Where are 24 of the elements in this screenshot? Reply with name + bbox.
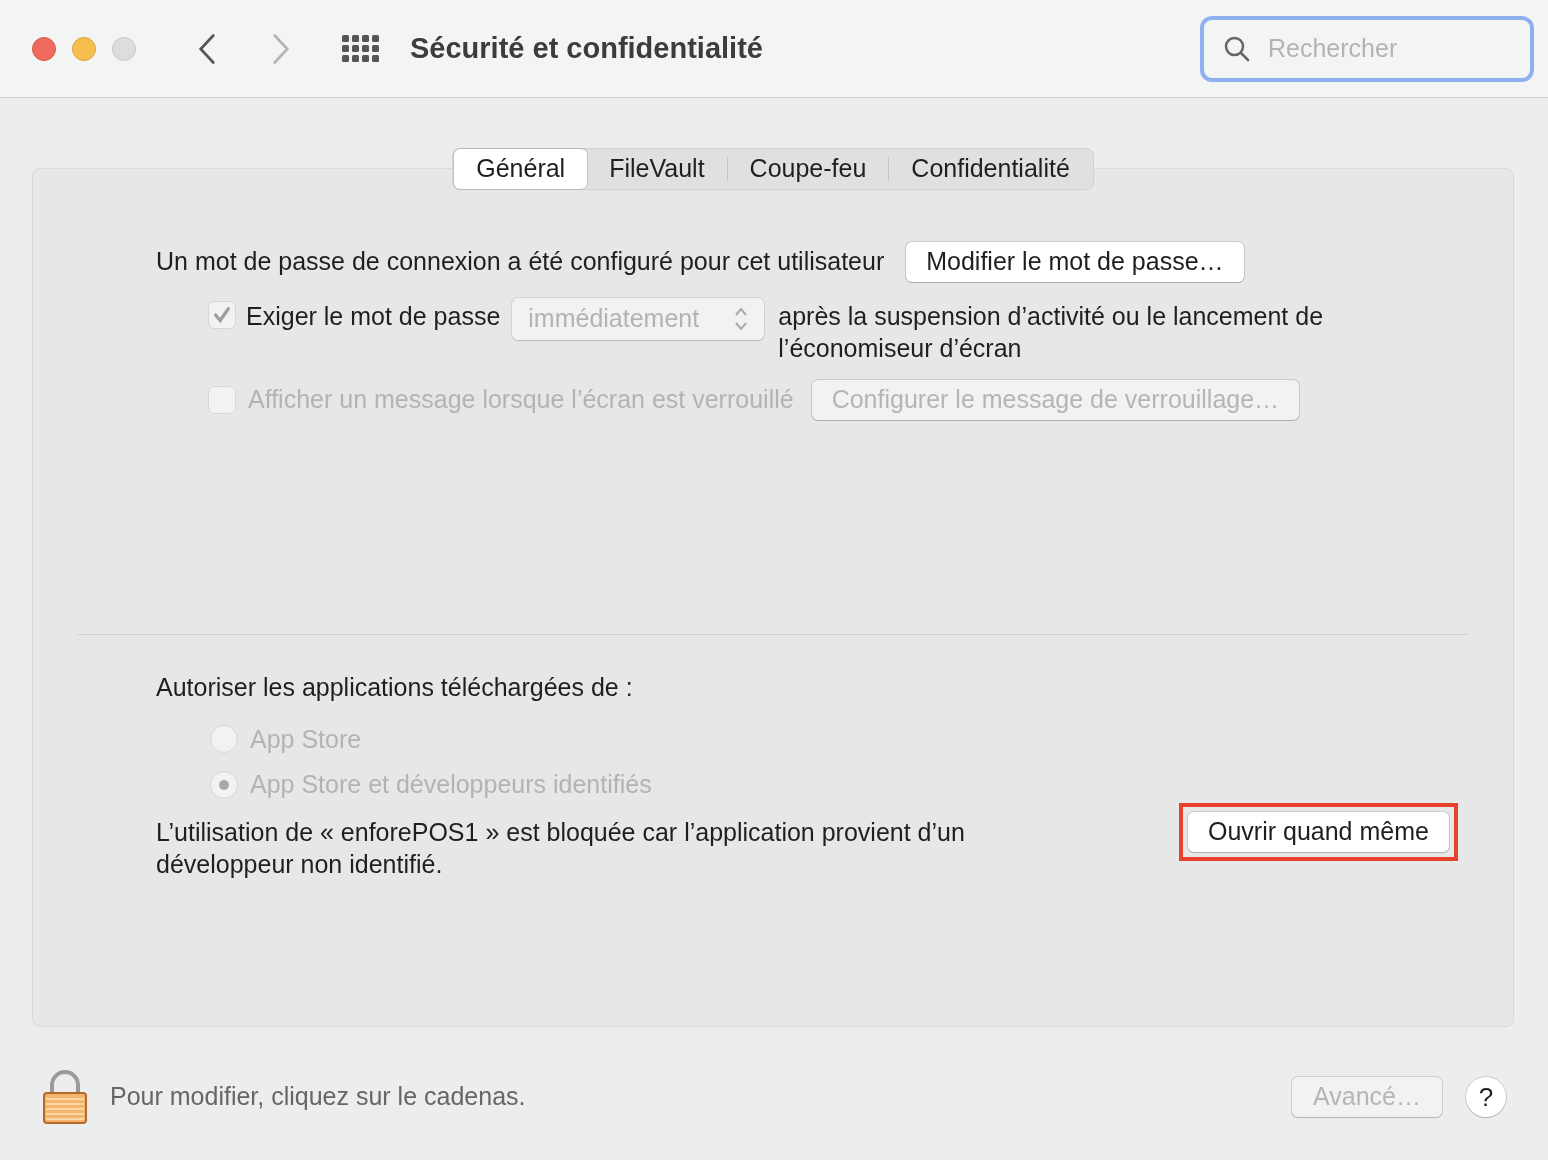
checkbox-label: Exiger le mot de passe xyxy=(246,301,501,332)
padlock-icon[interactable] xyxy=(42,1069,88,1125)
close-button[interactable] xyxy=(32,36,56,61)
back-icon[interactable] xyxy=(198,32,216,65)
tab[interactable]: FileVault xyxy=(587,149,727,189)
tab[interactable]: Coupe-feu xyxy=(727,149,889,189)
grid-icon[interactable] xyxy=(342,35,379,62)
section-heading: Autoriser les applications téléchargées de : xyxy=(156,672,634,703)
tab[interactable]: Général xyxy=(454,149,588,189)
lock-delay-description: après la suspension d’activité ou le lancement de l’économiseur d’écran xyxy=(778,301,1325,364)
checkmark-icon xyxy=(211,304,233,326)
minimize-button[interactable] xyxy=(72,36,96,61)
change-password-button[interactable]: Modifier le mot de passe… xyxy=(906,242,1244,282)
search-icon xyxy=(1224,35,1250,62)
tab[interactable]: Confidentialité xyxy=(889,149,1092,189)
lock-hint: Pour modifier, cliquez sur le cadenas. xyxy=(110,1081,526,1113)
help-button[interactable]: ? xyxy=(1466,1077,1506,1117)
stepper-icon xyxy=(734,306,749,332)
blocked-app-message: L’utilisation de « enforePOS1 » est bloquée car l’application provient d’un développeur non identifié. xyxy=(156,816,966,880)
search-field[interactable]: Rechercher xyxy=(1200,15,1534,82)
forward-icon[interactable] xyxy=(272,32,290,65)
window-title: Sécurité et confidentialité xyxy=(410,30,763,66)
open-anyway-button[interactable]: Ouvrir quand même xyxy=(1188,811,1449,852)
password-status-text: Un mot de passe de connexion a été configuré pour cet utilisateur xyxy=(156,246,885,278)
